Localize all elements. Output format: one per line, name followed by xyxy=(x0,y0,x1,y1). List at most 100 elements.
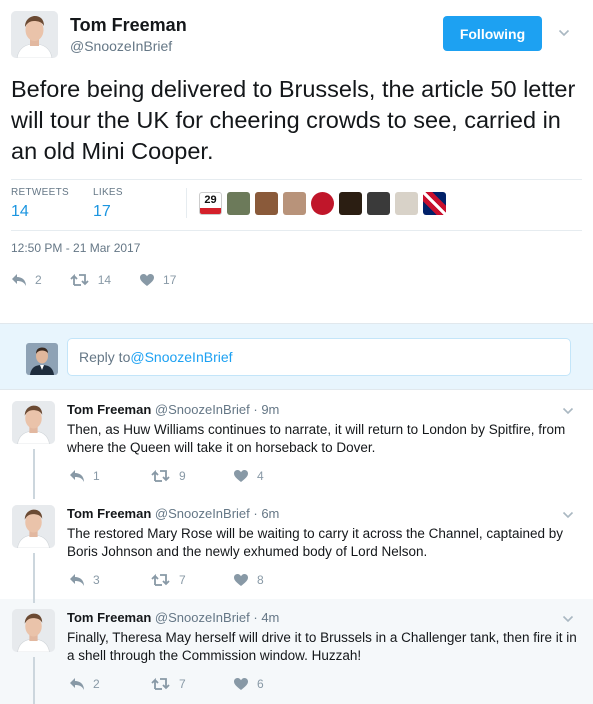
tweet-timestamp[interactable]: 12:50 PM - 21 Mar 2017 xyxy=(11,241,140,255)
current-user-avatar[interactable] xyxy=(26,343,58,375)
reply-action[interactable]: 2 xyxy=(11,273,42,287)
retweet-action[interactable]: 9 xyxy=(151,469,233,483)
liker-avatar-text: 29 xyxy=(204,193,217,206)
list-item[interactable]: Tom Freeman @SnoozeInBrief · 6m The rest… xyxy=(0,491,593,599)
avatar-image xyxy=(12,401,55,444)
reply-actions: 3 7 8 xyxy=(69,573,315,587)
reply-author-handle[interactable]: @SnoozeInBrief · 6m xyxy=(155,506,279,521)
reply-input[interactable]: Reply to @SnoozeInBrief xyxy=(67,338,571,376)
avatar[interactable] xyxy=(11,11,58,58)
avatar-image xyxy=(12,505,55,548)
avatar[interactable] xyxy=(12,401,55,444)
chevron-down-icon[interactable] xyxy=(562,509,574,521)
heart-icon xyxy=(234,574,248,586)
retweet-count: 14 xyxy=(97,273,112,287)
reply-box: Reply to @SnoozeInBrief xyxy=(0,323,593,390)
retweets-stat[interactable]: RETWEETS 14 xyxy=(11,187,69,221)
heart-icon xyxy=(140,274,155,286)
author-name[interactable]: Tom Freeman xyxy=(70,15,187,36)
reply-count: 2 xyxy=(35,273,42,287)
reply-count: 3 xyxy=(93,573,100,587)
thread-connector xyxy=(33,553,35,599)
reply-header: Tom Freeman @SnoozeInBrief · 9m xyxy=(67,402,279,417)
reply-text: The restored Mary Rose will be waiting t… xyxy=(67,526,563,559)
liker-avatar[interactable] xyxy=(311,191,334,215)
reply-icon xyxy=(70,470,84,482)
liker-avatar[interactable] xyxy=(367,191,390,215)
retweet-icon xyxy=(151,677,170,690)
like-action[interactable]: 4 xyxy=(233,469,315,483)
reply-header: Tom Freeman @SnoozeInBrief · 4m xyxy=(67,610,279,625)
like-count: 17 xyxy=(163,273,177,287)
liker-avatar[interactable] xyxy=(423,191,446,215)
liker-avatar[interactable] xyxy=(227,191,250,215)
list-item[interactable]: Tom Freeman @SnoozeInBrief · 9m Then, as… xyxy=(0,391,593,491)
liker-avatar[interactable] xyxy=(283,191,306,215)
avatar[interactable] xyxy=(12,505,55,548)
thread-connector xyxy=(33,491,35,499)
likes-count: 17 xyxy=(93,203,111,220)
heart-icon xyxy=(234,678,248,690)
chevron-down-icon[interactable] xyxy=(562,613,574,625)
likes-stat[interactable]: LIKES 17 xyxy=(93,187,123,221)
main-tweet: Tom Freeman @SnoozeInBrief Following Bef… xyxy=(0,0,593,323)
reply-action[interactable]: 2 xyxy=(69,677,151,691)
author-handle[interactable]: @SnoozeInBrief xyxy=(70,38,172,54)
likes-label: LIKES xyxy=(93,187,123,198)
reply-author-handle[interactable]: @SnoozeInBrief · 9m xyxy=(155,402,279,417)
reply-actions: 2 7 6 xyxy=(69,677,315,691)
retweet-action[interactable]: 7 xyxy=(151,573,233,587)
reply-author-name[interactable]: Tom Freeman xyxy=(67,610,151,625)
reply-action[interactable]: 1 xyxy=(69,469,151,483)
reply-text: Finally, Theresa May herself will drive … xyxy=(67,630,577,663)
reply-author-name[interactable]: Tom Freeman xyxy=(67,506,151,521)
reply-mention: @SnoozeInBrief xyxy=(130,349,233,365)
thread-connector xyxy=(33,449,35,491)
reply-text: Then, as Huw Williams continues to narra… xyxy=(67,422,566,455)
retweets-count: 14 xyxy=(11,203,29,220)
retweet-icon xyxy=(70,273,89,286)
thread-connector xyxy=(33,657,35,704)
tweet-text: Before being delivered to Brussels, the … xyxy=(11,76,576,164)
avatar-image xyxy=(26,343,58,375)
retweet-icon xyxy=(151,469,170,482)
list-item[interactable]: Tom Freeman @SnoozeInBrief · 4m Finally,… xyxy=(0,599,593,704)
chevron-down-icon[interactable] xyxy=(562,405,574,417)
chevron-down-icon[interactable] xyxy=(558,27,570,39)
liker-avatar[interactable] xyxy=(255,191,278,215)
reply-author-name[interactable]: Tom Freeman xyxy=(67,402,151,417)
like-count: 6 xyxy=(257,677,264,691)
reply-count: 1 xyxy=(93,469,100,483)
reply-thread: Tom Freeman @SnoozeInBrief · 9m Then, as… xyxy=(0,391,593,704)
retweet-icon xyxy=(151,573,170,586)
avatar-image xyxy=(12,609,55,652)
like-count: 4 xyxy=(257,469,264,483)
retweets-label: RETWEETS xyxy=(11,187,69,198)
following-button[interactable]: Following xyxy=(443,16,542,51)
retweet-count: 9 xyxy=(179,469,186,483)
retweet-action[interactable]: 7 xyxy=(151,677,233,691)
reply-author-handle[interactable]: @SnoozeInBrief · 4m xyxy=(155,610,279,625)
like-count: 8 xyxy=(257,573,264,587)
retweet-action[interactable]: 14 xyxy=(70,273,111,287)
like-action[interactable]: 6 xyxy=(233,677,315,691)
liker-avatar[interactable] xyxy=(339,191,362,215)
reply-count: 2 xyxy=(93,677,100,691)
liker-avatar[interactable] xyxy=(395,191,418,215)
reply-prefix: Reply to xyxy=(79,349,131,365)
retweet-count: 7 xyxy=(179,677,186,691)
reply-icon xyxy=(12,274,26,286)
retweet-count: 7 xyxy=(179,573,186,587)
liker-avatar[interactable]: 29 xyxy=(199,191,222,215)
avatar[interactable] xyxy=(12,609,55,652)
like-action[interactable]: 17 xyxy=(139,273,176,287)
reply-actions: 1 9 4 xyxy=(69,469,315,483)
avatar-image xyxy=(11,11,58,58)
heart-icon xyxy=(234,470,248,482)
thread-connector xyxy=(33,599,35,603)
reply-icon xyxy=(70,678,84,690)
liker-avatars: 29 xyxy=(186,188,446,218)
like-action[interactable]: 8 xyxy=(233,573,315,587)
reply-icon xyxy=(70,574,84,586)
reply-action[interactable]: 3 xyxy=(69,573,151,587)
